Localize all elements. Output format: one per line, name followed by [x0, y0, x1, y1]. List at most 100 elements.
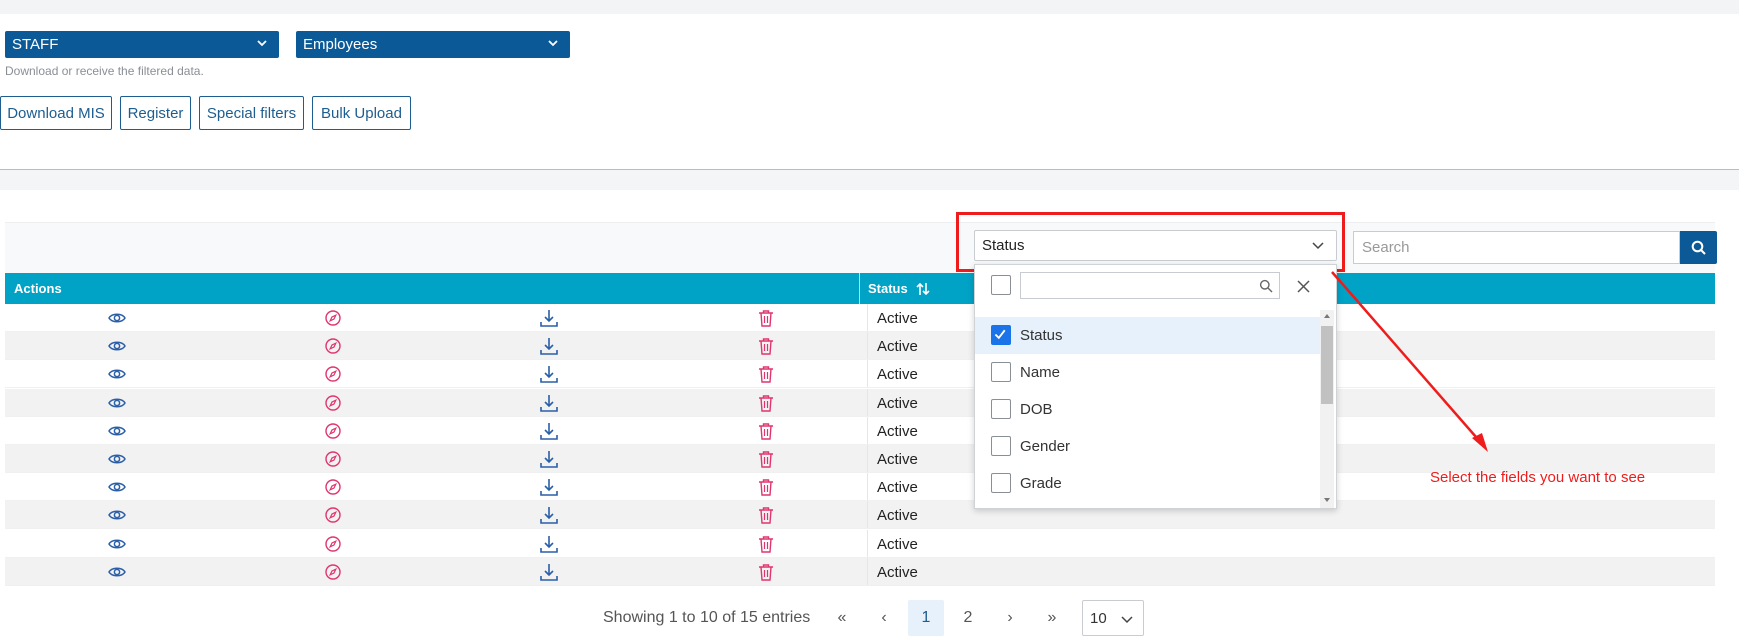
trash-icon[interactable] — [756, 364, 776, 384]
search-button[interactable] — [1680, 231, 1717, 264]
column-separator — [867, 332, 868, 360]
download-icon[interactable] — [539, 449, 559, 469]
download-icon[interactable] — [539, 477, 559, 497]
download-icon[interactable] — [539, 308, 559, 328]
compass-icon[interactable] — [323, 336, 343, 356]
trash-icon[interactable] — [756, 336, 776, 356]
column-separator — [867, 529, 868, 557]
check-icon — [994, 329, 1006, 340]
search-icon — [1691, 240, 1706, 255]
eye-icon[interactable] — [107, 308, 127, 328]
eye-icon[interactable] — [107, 421, 127, 441]
actions-header: Actions — [14, 281, 62, 296]
eye-icon[interactable] — [107, 364, 127, 384]
compass-icon[interactable] — [323, 562, 343, 582]
option-checkbox[interactable] — [991, 362, 1011, 382]
compass-icon[interactable] — [323, 421, 343, 441]
dropdown-filter-input[interactable] — [1020, 272, 1280, 299]
trash-icon[interactable] — [756, 393, 776, 413]
compass-icon[interactable] — [323, 505, 343, 525]
column-separator — [867, 557, 868, 585]
status-cell: Active — [877, 394, 918, 412]
download-icon[interactable] — [539, 421, 559, 441]
eye-icon[interactable] — [107, 477, 127, 497]
option-label: Name — [1020, 364, 1061, 381]
table-row: Active — [5, 501, 1715, 530]
eye-icon[interactable] — [107, 562, 127, 582]
compass-icon[interactable] — [323, 449, 343, 469]
scroll-down-icon[interactable] — [1322, 496, 1332, 504]
column-option-gender[interactable]: Gender — [975, 428, 1321, 465]
status-cell: Active — [877, 366, 918, 384]
eye-icon[interactable] — [107, 449, 127, 469]
trash-icon[interactable] — [756, 505, 776, 525]
highlight-box — [956, 212, 1345, 272]
trash-icon[interactable] — [756, 477, 776, 497]
status-cell: Active — [877, 535, 918, 553]
trash-icon[interactable] — [756, 562, 776, 582]
column-option-name[interactable]: Name — [975, 354, 1321, 391]
section-band — [0, 170, 1739, 190]
column-separator — [867, 360, 868, 388]
status-cell: Active — [877, 563, 918, 581]
column-option-status[interactable]: Status — [975, 317, 1321, 354]
option-checkbox[interactable] — [991, 436, 1011, 456]
compass-icon[interactable] — [323, 308, 343, 328]
last-page-button[interactable]: » — [1034, 600, 1070, 636]
compass-icon[interactable] — [323, 477, 343, 497]
option-checkbox[interactable] — [991, 325, 1011, 345]
sort-icon[interactable] — [916, 282, 930, 296]
next-page-button[interactable]: › — [992, 600, 1028, 636]
select-all-checkbox[interactable] — [991, 275, 1011, 295]
close-icon[interactable] — [1297, 280, 1310, 293]
prev-page-button[interactable]: ‹ — [866, 600, 902, 636]
page-size-value: 10 — [1090, 609, 1107, 627]
status-cell: Active — [877, 310, 918, 327]
trash-icon[interactable] — [756, 421, 776, 441]
special-filters-button[interactable]: Special filters — [199, 96, 304, 130]
pagination-info: Showing 1 to 10 of 15 entries — [603, 609, 811, 626]
download-icon[interactable] — [539, 364, 559, 384]
search-input[interactable]: Search — [1353, 231, 1680, 264]
status-header[interactable]: Status — [868, 281, 930, 296]
option-checkbox[interactable] — [991, 473, 1011, 493]
download-icon[interactable] — [539, 393, 559, 413]
eye-icon[interactable] — [107, 505, 127, 525]
register-button[interactable]: Register — [120, 96, 191, 130]
compass-icon[interactable] — [323, 364, 343, 384]
bulk-upload-button[interactable]: Bulk Upload — [312, 96, 411, 130]
annotation-text: Select the fields you want to see — [1430, 469, 1646, 486]
column-option-dob[interactable]: DOB — [975, 391, 1321, 428]
top-strip — [0, 0, 1739, 14]
compass-icon[interactable] — [323, 393, 343, 413]
status-cell: Active — [877, 338, 918, 356]
column-option-grade[interactable]: Grade — [975, 465, 1321, 502]
search-placeholder: Search — [1362, 239, 1410, 256]
chevron-down-icon — [1121, 616, 1133, 624]
status-header-label: Status — [868, 281, 908, 296]
download-icon[interactable] — [539, 505, 559, 525]
compass-icon[interactable] — [323, 534, 343, 554]
download-icon[interactable] — [539, 534, 559, 554]
trash-icon[interactable] — [756, 449, 776, 469]
page-2-button[interactable]: 2 — [950, 600, 986, 636]
column-separator — [867, 388, 868, 416]
trash-icon[interactable] — [756, 308, 776, 328]
download-mis-button[interactable]: Download MIS — [0, 96, 112, 130]
eye-icon[interactable] — [107, 336, 127, 356]
page-1-button[interactable]: 1 — [908, 600, 944, 636]
subcategory-select[interactable]: Employees — [296, 31, 570, 58]
first-page-button[interactable]: « — [824, 600, 860, 636]
trash-icon[interactable] — [756, 534, 776, 554]
download-icon[interactable] — [539, 562, 559, 582]
option-label: Status — [1020, 327, 1063, 344]
page-size-select[interactable]: 10 — [1082, 600, 1144, 636]
status-cell: Active — [877, 479, 918, 497]
option-label: DOB — [1020, 401, 1053, 418]
category-select[interactable]: STAFF — [5, 31, 279, 58]
option-checkbox[interactable] — [991, 399, 1011, 419]
eye-icon[interactable] — [107, 393, 127, 413]
column-separator — [867, 304, 868, 331]
download-icon[interactable] — [539, 336, 559, 356]
eye-icon[interactable] — [107, 534, 127, 554]
